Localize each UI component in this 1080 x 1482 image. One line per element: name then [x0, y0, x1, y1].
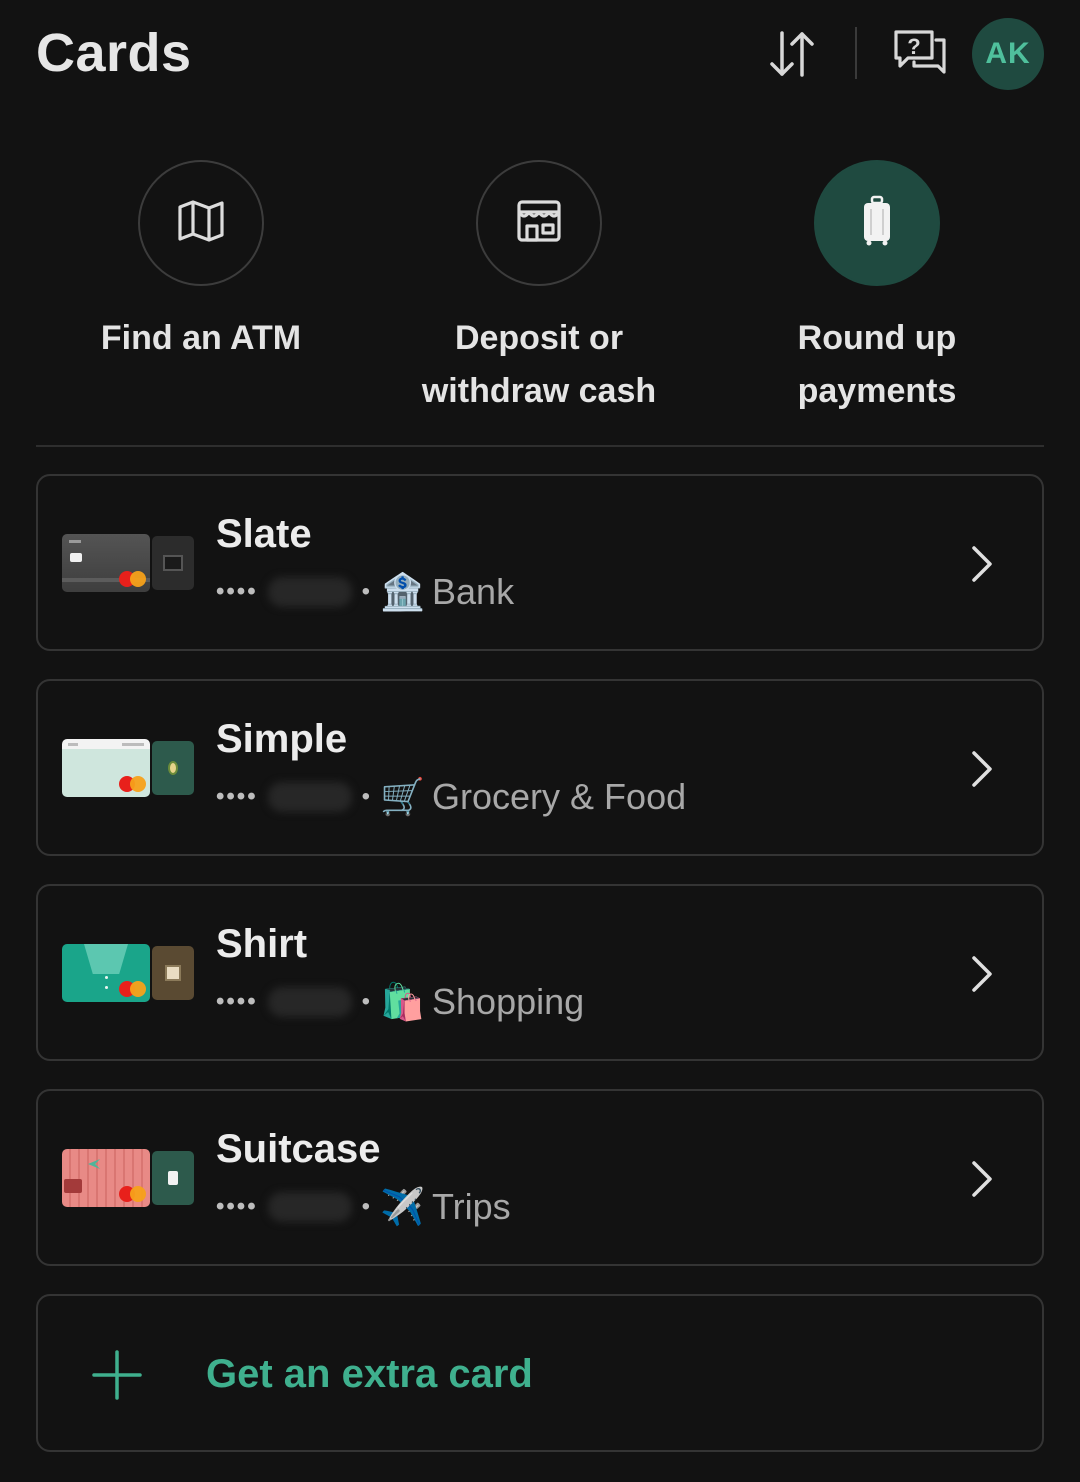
map-icon: [177, 199, 225, 248]
separator-dot: •: [362, 783, 370, 811]
card-name: Simple: [216, 717, 347, 762]
masked-number: ••••: [216, 783, 258, 811]
card-row-simple[interactable]: Simple •••• • 🛒 Grocery & Food: [36, 679, 1044, 856]
chevron-right-icon: [968, 542, 998, 586]
store-icon: [515, 198, 563, 249]
hidden-card-digits: [268, 1192, 352, 1222]
svg-text:?: ?: [907, 34, 920, 59]
card-details: •••• • 🛍️ Shopping: [216, 980, 584, 1024]
find-atm-button[interactable]: [138, 160, 264, 286]
card-name: Slate: [216, 512, 312, 557]
deposit-withdraw-action[interactable]: Deposit or withdraw cash: [389, 160, 689, 418]
card-category: Grocery & Food: [432, 776, 686, 818]
chevron-right-icon: [968, 952, 998, 996]
card-row-shirt[interactable]: Shirt •••• • 🛍️ Shopping: [36, 884, 1044, 1061]
hidden-card-digits: [268, 782, 352, 812]
card-category: Shopping: [432, 981, 584, 1023]
round-up-label: Round up payments: [798, 312, 957, 418]
separator-dot: •: [362, 1193, 370, 1221]
card-thumbnail: [62, 944, 194, 1002]
chevron-right-icon: [968, 747, 998, 791]
deposit-withdraw-label: Deposit or withdraw cash: [422, 312, 656, 418]
masked-number: ••••: [216, 988, 258, 1016]
card-thumbnail: [62, 534, 194, 592]
card-name: Suitcase: [216, 1127, 381, 1172]
card-details: •••• • ✈️ Trips: [216, 1185, 511, 1229]
avatar[interactable]: AK: [972, 18, 1044, 90]
suitcase-icon: [861, 195, 893, 252]
help-chat-icon[interactable]: ?: [888, 24, 952, 80]
masked-number: ••••: [216, 578, 258, 606]
bank-icon: 🏦: [380, 571, 420, 613]
deposit-withdraw-button[interactable]: [476, 160, 602, 286]
get-extra-card-button[interactable]: Get an extra card: [36, 1294, 1044, 1452]
chevron-right-icon: [968, 1157, 998, 1201]
hidden-card-digits: [268, 577, 352, 607]
card-row-suitcase[interactable]: Suitcase •••• • ✈️ Trips: [36, 1089, 1044, 1266]
card-name: Shirt: [216, 922, 307, 967]
shopping-cart-icon: 🛒: [380, 776, 420, 818]
plus-icon: [92, 1350, 142, 1400]
find-atm-label: Find an ATM: [101, 312, 301, 365]
card-row-slate[interactable]: Slate •••• • 🏦 Bank: [36, 474, 1044, 651]
card-details: •••• • 🛒 Grocery & Food: [216, 775, 686, 819]
card-thumbnail: [62, 739, 194, 797]
get-extra-card-label: Get an extra card: [206, 1352, 533, 1397]
airplane-icon: ✈️: [380, 1186, 420, 1228]
section-divider: [36, 445, 1044, 447]
masked-number: ••••: [216, 1193, 258, 1221]
cards-screen: Cards ? AK: [0, 0, 1080, 1482]
hidden-card-digits: [268, 987, 352, 1017]
card-category: Bank: [432, 571, 514, 613]
page-title: Cards: [36, 22, 192, 84]
find-atm-action[interactable]: Find an ATM: [51, 160, 351, 365]
shopping-bags-icon: 🛍️: [380, 981, 420, 1023]
round-up-action[interactable]: Round up payments: [727, 160, 1027, 418]
separator-dot: •: [362, 988, 370, 1016]
separator-dot: •: [362, 578, 370, 606]
card-category: Trips: [432, 1186, 511, 1228]
header-divider: [855, 27, 857, 79]
card-thumbnail: [62, 1149, 194, 1207]
sort-icon[interactable]: [762, 26, 822, 82]
round-up-button[interactable]: [814, 160, 940, 286]
card-details: •••• • 🏦 Bank: [216, 570, 514, 614]
